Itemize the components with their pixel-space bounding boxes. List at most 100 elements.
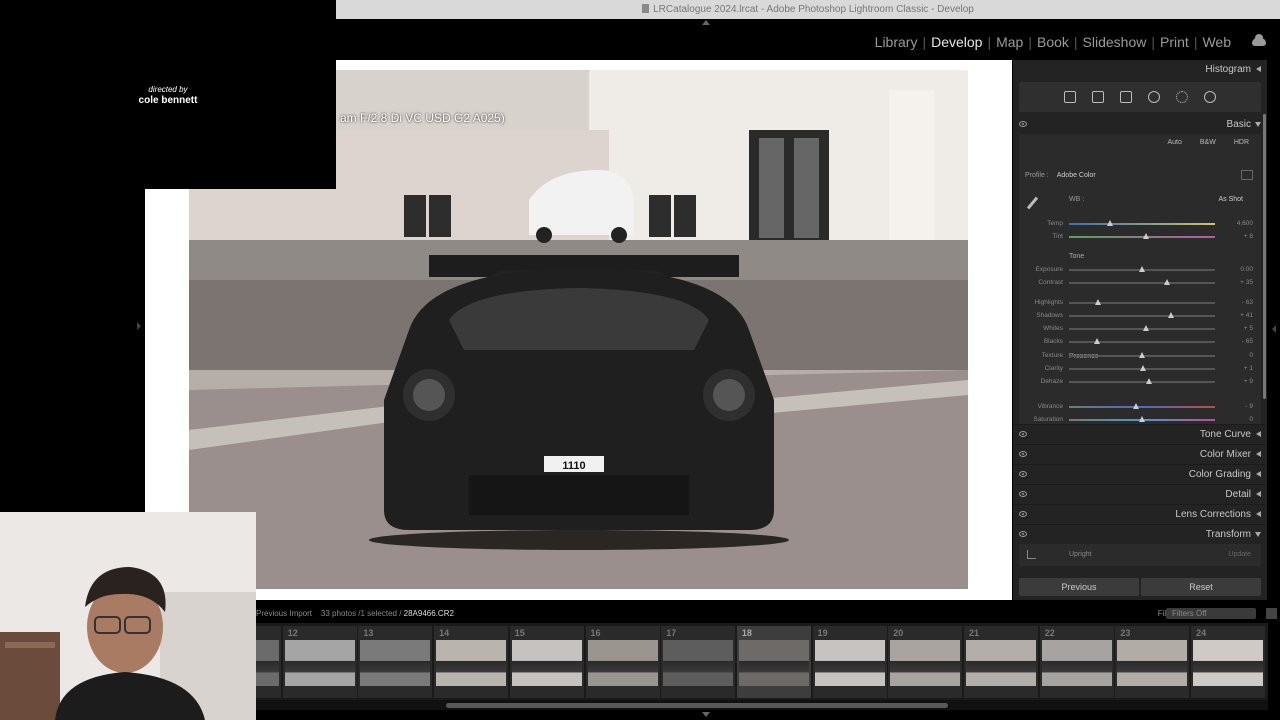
- module-map[interactable]: Map: [993, 34, 1026, 50]
- slider-whites[interactable]: Whites + 5: [1025, 323, 1257, 335]
- slider-track[interactable]: [1069, 352, 1215, 358]
- slider-track[interactable]: [1069, 378, 1215, 384]
- slider-value[interactable]: - 63: [1217, 297, 1253, 309]
- selected-filename[interactable]: 28A9466.CR2: [404, 609, 454, 618]
- module-print[interactable]: Print: [1157, 34, 1192, 50]
- reset-button[interactable]: Reset: [1141, 578, 1261, 596]
- slider-track[interactable]: [1069, 325, 1215, 331]
- right-panel-toggle-icon[interactable]: [1272, 325, 1276, 333]
- filmstrip-thumbnail[interactable]: 20: [888, 626, 963, 698]
- slider-highlights[interactable]: Highlights - 63: [1025, 297, 1257, 309]
- thumbnail-image[interactable]: [511, 640, 582, 686]
- slider-contrast[interactable]: Contrast + 35: [1025, 277, 1257, 289]
- slider-track[interactable]: [1069, 279, 1215, 285]
- filmstrip-thumbnail[interactable]: 16: [585, 626, 660, 698]
- slider-value[interactable]: 0: [1217, 350, 1253, 362]
- slider-texture[interactable]: Texture 0: [1025, 350, 1257, 362]
- slider-knob[interactable]: [1146, 378, 1153, 384]
- slider-track[interactable]: [1069, 312, 1215, 318]
- filmstrip-thumbnail[interactable]: 11: [256, 626, 281, 698]
- healing-icon[interactable]: [1120, 91, 1132, 103]
- slider-value[interactable]: + 5: [1217, 323, 1253, 335]
- slider-value[interactable]: + 8: [1217, 231, 1253, 243]
- filmstrip-thumbnail[interactable]: 12: [282, 626, 357, 698]
- eye-icon[interactable]: [1019, 491, 1027, 497]
- color-mixer-header[interactable]: Color Mixer: [1013, 444, 1267, 464]
- thumbnail-image[interactable]: [284, 640, 355, 686]
- thumbnail-image[interactable]: [1193, 640, 1264, 686]
- thumbnail-image[interactable]: [360, 640, 431, 686]
- filmstrip-thumbnail[interactable]: 24: [1191, 626, 1266, 698]
- filmstrip-thumbnail[interactable]: 13: [358, 626, 433, 698]
- slider-track[interactable]: [1069, 403, 1215, 409]
- slider-value[interactable]: + 9: [1217, 376, 1253, 388]
- module-slideshow[interactable]: Slideshow: [1080, 34, 1150, 50]
- slider-blacks[interactable]: Blacks - 65: [1025, 336, 1257, 348]
- filmstrip-thumbnail[interactable]: 23: [1115, 626, 1190, 698]
- slider-exposure[interactable]: Exposure 0.00: [1025, 264, 1257, 276]
- slider-track[interactable]: [1069, 220, 1215, 226]
- right-panel-scrollbar[interactable]: [1263, 114, 1266, 399]
- slider-value[interactable]: - 9: [1217, 401, 1253, 413]
- slider-knob[interactable]: [1139, 416, 1145, 422]
- bw-button[interactable]: B&W: [1200, 139, 1216, 146]
- slider-tint[interactable]: Tint + 8: [1025, 231, 1257, 243]
- slider-track[interactable]: [1069, 233, 1215, 239]
- eye-icon[interactable]: [1019, 121, 1027, 127]
- thumbnail-image[interactable]: [256, 640, 279, 686]
- thumbnail-image[interactable]: [738, 640, 809, 686]
- module-book[interactable]: Book: [1034, 34, 1072, 50]
- hdr-button[interactable]: HDR: [1234, 139, 1249, 146]
- filmstrip-thumbnail[interactable]: 14: [434, 626, 509, 698]
- slider-knob[interactable]: [1093, 338, 1100, 344]
- eye-icon[interactable]: [1019, 471, 1027, 477]
- filmstrip-thumbnail[interactable]: 21: [964, 626, 1038, 698]
- cloud-sync-icon[interactable]: [1252, 34, 1266, 46]
- top-panel-toggle-icon[interactable]: [702, 20, 710, 25]
- slider-knob[interactable]: [1168, 312, 1175, 318]
- bottom-panel-toggle-icon[interactable]: [702, 712, 710, 717]
- crop-overlay-icon[interactable]: [1027, 550, 1036, 559]
- thumbnail-image[interactable]: [1041, 640, 1112, 686]
- slider-knob[interactable]: [1095, 299, 1102, 305]
- basic-header[interactable]: Basic: [1013, 115, 1267, 134]
- filter-select[interactable]: Filters Off: [1166, 608, 1256, 619]
- slider-knob[interactable]: [1133, 403, 1140, 409]
- color-grading-header[interactable]: Color Grading: [1013, 464, 1267, 484]
- edit-sliders-icon[interactable]: [1064, 91, 1076, 103]
- slider-knob[interactable]: [1143, 233, 1150, 239]
- presets-icon[interactable]: [1204, 91, 1216, 103]
- slider-knob[interactable]: [1140, 365, 1147, 371]
- filmstrip-thumbnail[interactable]: 15: [509, 626, 584, 698]
- filmstrip-scroll-thumb[interactable]: [446, 703, 948, 708]
- module-library[interactable]: Library: [872, 34, 921, 50]
- slider-track[interactable]: [1069, 365, 1215, 371]
- module-web[interactable]: Web: [1199, 34, 1234, 50]
- slider-track[interactable]: [1069, 338, 1215, 344]
- thumbnail-image[interactable]: [814, 640, 885, 686]
- crop-icon[interactable]: [1092, 91, 1104, 103]
- thumbnail-image[interactable]: [890, 640, 961, 686]
- slider-value[interactable]: 4,600: [1217, 218, 1253, 230]
- slider-vibrance[interactable]: Vibrance - 9: [1025, 401, 1257, 413]
- slider-clarity[interactable]: Clarity + 1: [1025, 363, 1257, 375]
- white-balance-picker-icon[interactable]: [1026, 196, 1039, 210]
- profile-select[interactable]: Adobe Color: [1057, 172, 1096, 179]
- profile-browser-icon[interactable]: [1241, 170, 1253, 180]
- slider-value[interactable]: - 65: [1217, 336, 1253, 348]
- module-develop[interactable]: Develop: [928, 34, 985, 50]
- source-label[interactable]: Previous Import: [256, 609, 312, 618]
- slider-value[interactable]: + 41: [1217, 310, 1253, 322]
- slider-temp[interactable]: Temp 4,600: [1025, 218, 1257, 230]
- slider-track[interactable]: [1069, 266, 1215, 272]
- slider-knob[interactable]: [1139, 352, 1145, 358]
- eye-icon[interactable]: [1019, 431, 1027, 437]
- thumbnail-image[interactable]: [663, 640, 734, 686]
- eye-icon[interactable]: [1019, 451, 1027, 457]
- detail-header[interactable]: Detail: [1013, 484, 1267, 504]
- masking-icon[interactable]: [1176, 91, 1188, 103]
- slider-value[interactable]: + 1: [1217, 363, 1253, 375]
- filmstrip-thumbnail[interactable]: 19: [812, 626, 887, 698]
- tone-curve-header[interactable]: Tone Curve: [1013, 424, 1267, 444]
- histogram-header[interactable]: Histogram: [1013, 60, 1267, 79]
